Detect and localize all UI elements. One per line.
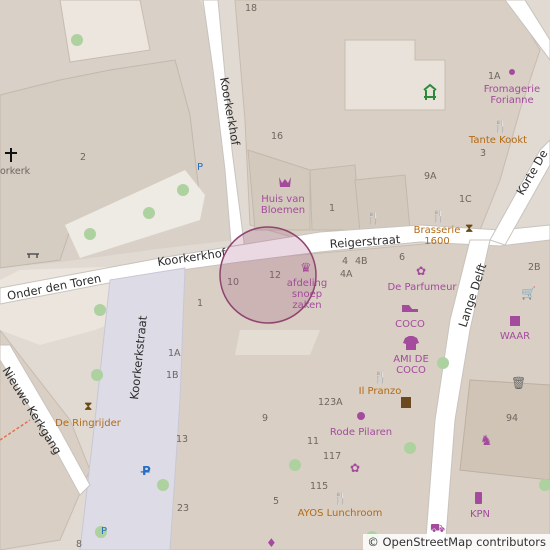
shop-icon: ♦ — [266, 536, 277, 550]
house-number: 1C — [459, 194, 472, 205]
tree-icon — [177, 184, 189, 196]
tree-icon — [143, 207, 155, 219]
house-number: 13 — [176, 434, 188, 445]
tree-icon — [91, 369, 103, 381]
candy-icon: ✿ — [350, 461, 360, 475]
attribution[interactable]: © OpenStreetMap contributors — [363, 534, 550, 550]
building-brasserie — [354, 174, 411, 233]
house-number: 1B — [166, 370, 179, 381]
poi-label: orkerk — [0, 166, 31, 177]
gift-icon — [510, 316, 520, 326]
tree-icon — [157, 479, 169, 491]
courtyard-central — [235, 330, 320, 355]
hourglass-icon: ⧗ — [465, 221, 473, 235]
house-number: 1A — [168, 348, 181, 359]
restaurant-icon: 🍴 — [493, 119, 508, 133]
map-view[interactable]: Koorkerkhof Onder den Toren Reigerstraat… — [0, 0, 550, 550]
poi-label: KPN — [470, 509, 490, 520]
house-number: 3 — [480, 148, 486, 159]
house-number: 9A — [424, 171, 437, 182]
location-marker-circle[interactable] — [219, 226, 317, 324]
house-number: 1 — [197, 298, 203, 309]
tree-icon — [71, 34, 83, 46]
house-number: 18 — [245, 3, 257, 14]
parking-icon: P — [101, 526, 107, 537]
house-number: 5 — [273, 496, 279, 507]
house-number: 123A — [318, 397, 343, 408]
house-number: 23 — [177, 503, 189, 514]
house-number: 4A — [340, 269, 353, 280]
poi-label: AMI DE COCO — [393, 354, 429, 376]
house-number: 9 — [262, 413, 268, 424]
poi-label: AYOS Lunchroom — [298, 508, 383, 519]
map-canvas: Koorkerkhof Onder den Toren Reigerstraat… — [0, 0, 550, 550]
house-number: 2 — [80, 152, 86, 163]
restaurant-icon: 🍴 — [333, 491, 348, 505]
tree-icon — [289, 459, 301, 471]
house-number: 4B — [355, 256, 368, 267]
house-number: 11 — [307, 436, 319, 447]
attribution-text: © OpenStreetMap contributors — [367, 535, 546, 549]
house-number: 4 — [342, 256, 348, 267]
poi-label: De Ringrijder — [55, 418, 122, 429]
cheese-shop-icon — [509, 69, 515, 75]
restaurant-icon: 🍴 — [366, 211, 381, 225]
tree-icon — [437, 357, 449, 369]
gift-icon — [357, 412, 365, 420]
perfume-icon: ✿ — [416, 264, 426, 278]
poi-label: Fromagerie Forianne — [484, 84, 540, 106]
poi-label: COCO — [395, 319, 425, 330]
building-94 — [459, 379, 550, 481]
poi-label: Huis van Bloemen — [261, 194, 305, 216]
tree-icon — [404, 442, 416, 454]
tree-icon — [94, 304, 106, 316]
house-number: 2B — [528, 262, 541, 273]
house-number: 1 — [329, 203, 335, 214]
poi-label: WAAR — [500, 331, 530, 342]
house-number: 1A — [488, 71, 501, 82]
phone-shop-icon — [475, 492, 482, 504]
toy-shop-icon: ♞ — [480, 433, 493, 449]
tree-icon — [84, 228, 96, 240]
shopping-cart-icon: 🛒 — [521, 286, 536, 300]
poi-label: Tante Kookt — [468, 135, 527, 146]
house-number: 117 — [323, 451, 341, 462]
bicycle-parking-icon: P̶ — [140, 464, 151, 478]
cafe-icon: 🍴 — [431, 209, 446, 223]
memorial-icon — [401, 397, 411, 408]
house-number: 16 — [271, 131, 283, 142]
poi-label: De Parfumeur — [387, 282, 457, 293]
poi-label: Il Pranzo — [359, 386, 402, 397]
shop-icon: ⛟ — [430, 521, 445, 535]
house-number: 115 — [310, 481, 328, 492]
house-number: 8 — [76, 539, 82, 550]
house-number: 6 — [399, 252, 405, 263]
building-1 — [309, 164, 361, 231]
waste-basket-icon: 🗑 — [511, 376, 526, 390]
restaurant-icon: 🍴 — [373, 370, 388, 384]
house-number: 94 — [506, 413, 518, 424]
parking-icon: P — [197, 162, 203, 173]
poi-label: Rode Pilaren — [330, 427, 392, 438]
hourglass-icon: ⧗ — [84, 399, 92, 413]
